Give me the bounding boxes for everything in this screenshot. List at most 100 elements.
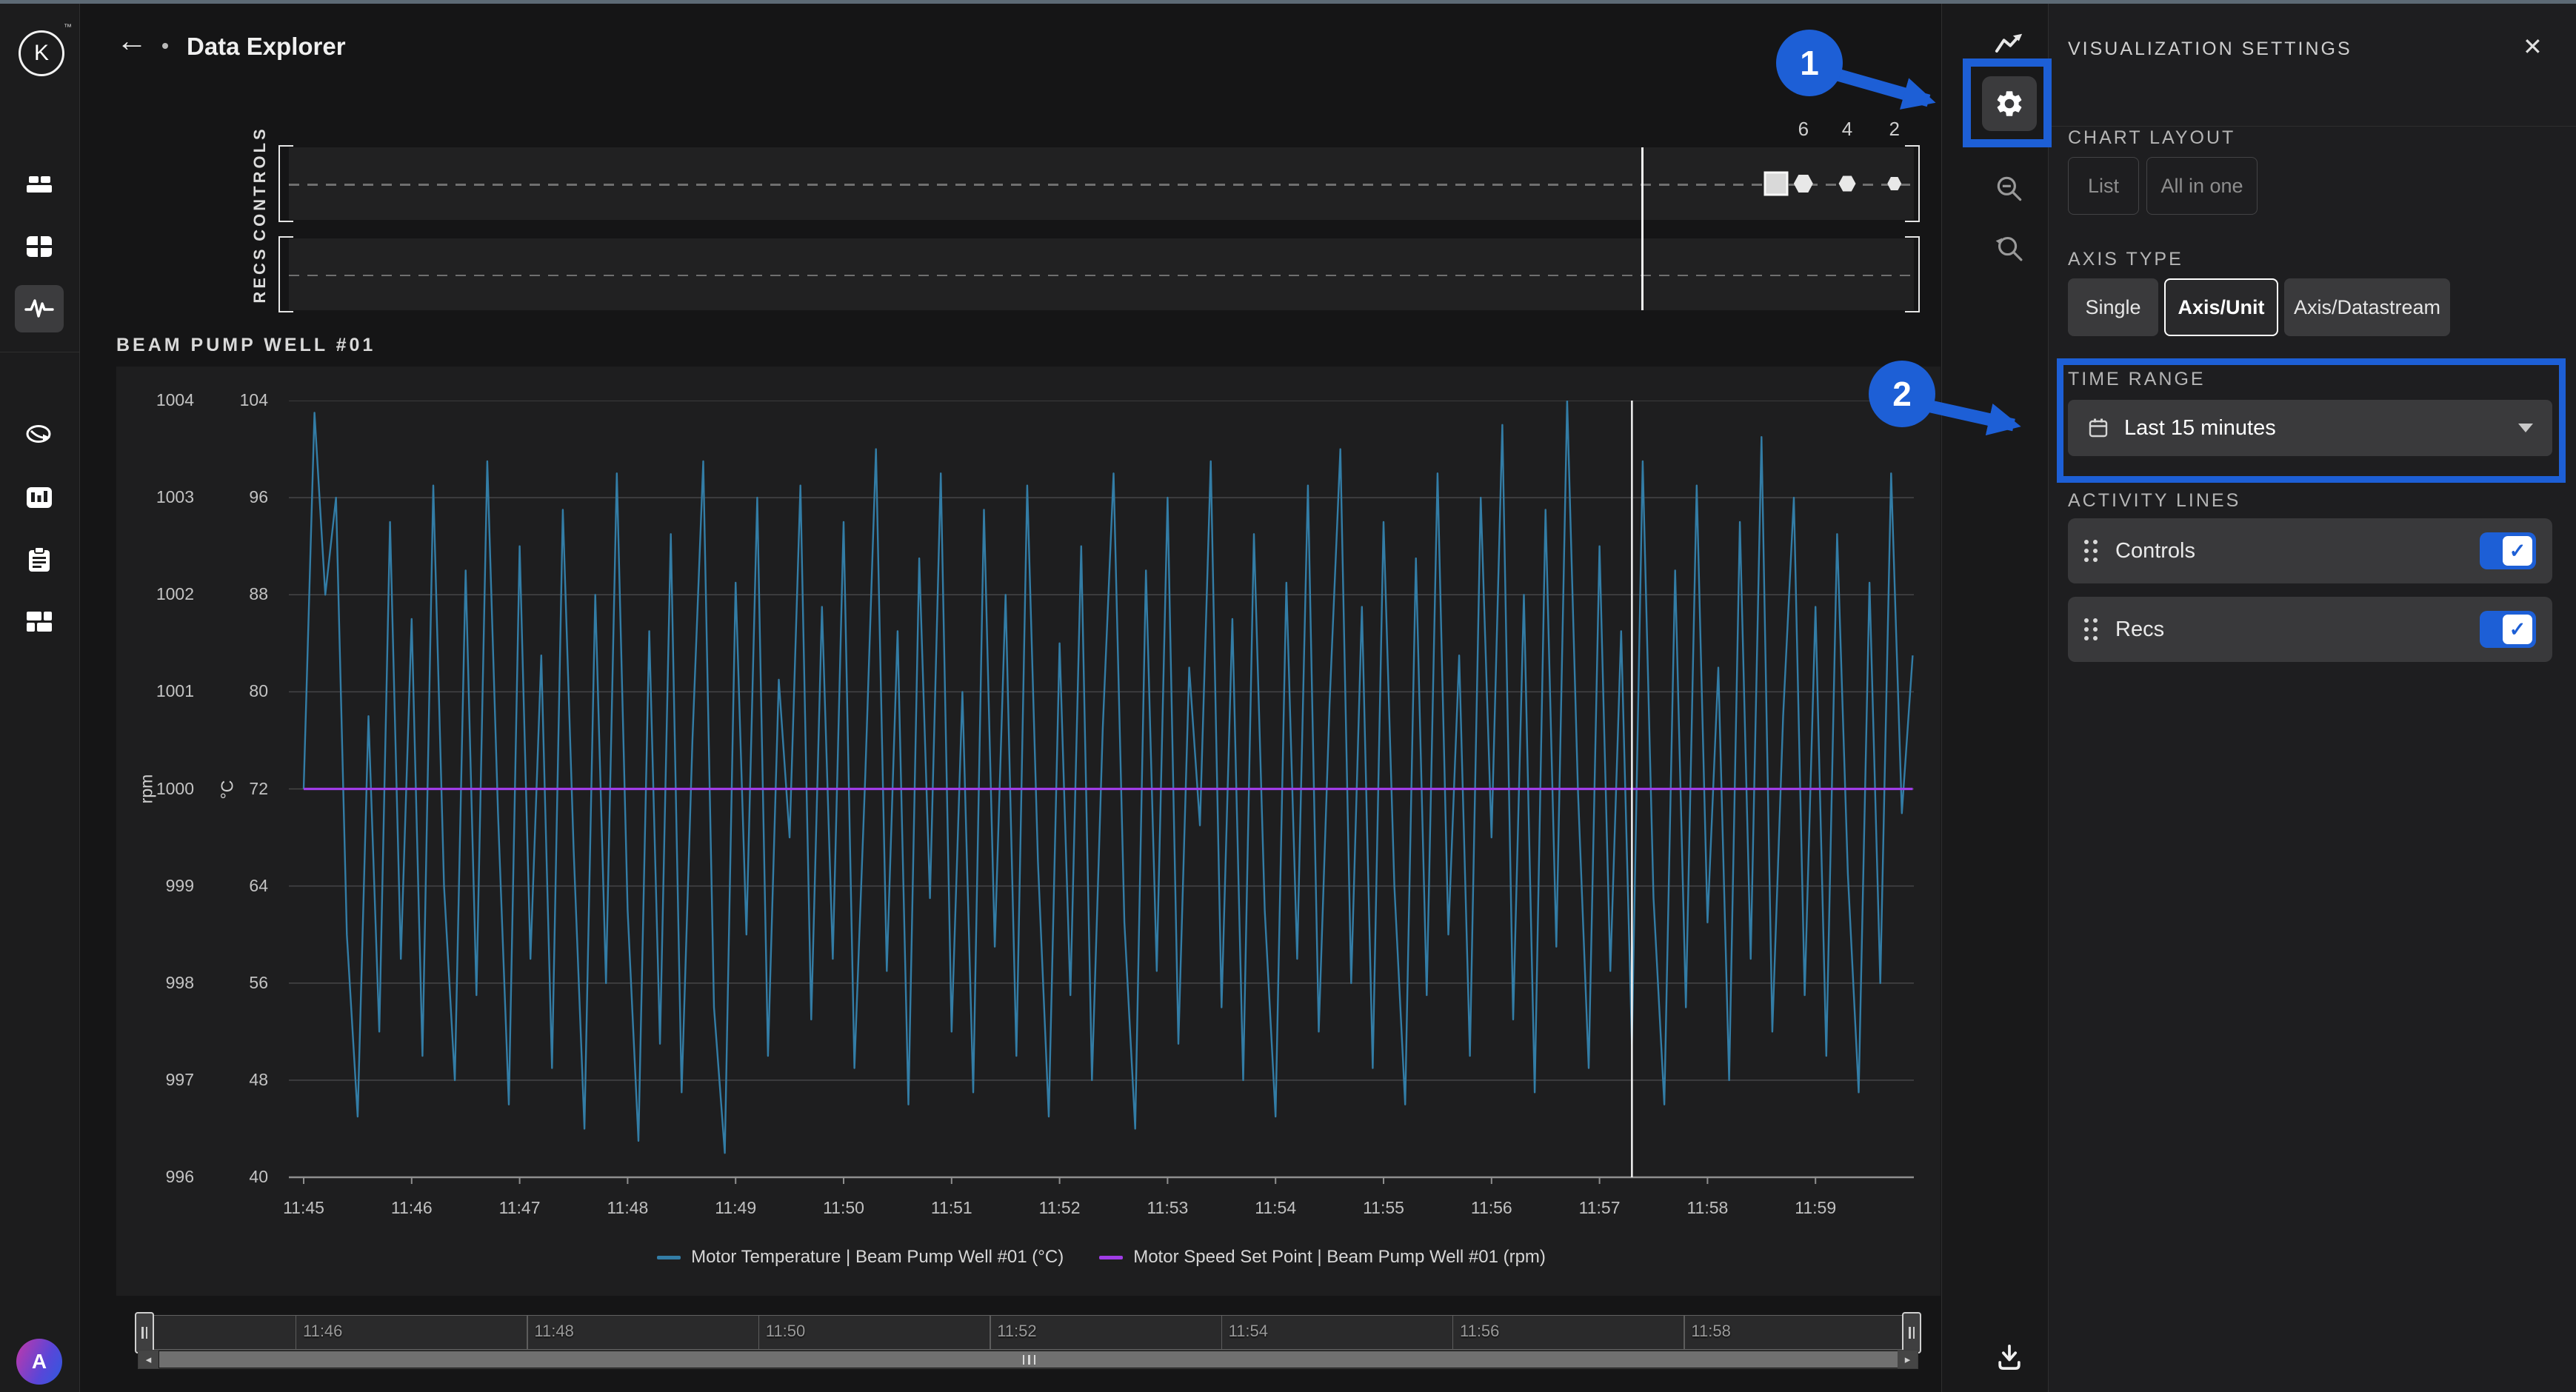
axis-type-label: AXIS TYPE: [2068, 249, 2183, 270]
kelvin-logo[interactable]: K: [19, 30, 64, 76]
time-tick-label: 11:51: [931, 1198, 972, 1218]
activity-time-cursor[interactable]: [1641, 147, 1644, 310]
drag-handle-icon[interactable]: [2084, 540, 2098, 562]
trend-icon[interactable]: [1993, 27, 2026, 59]
grid-icon[interactable]: [21, 230, 57, 263]
download-icon[interactable]: [1993, 1341, 2026, 1373]
activity-line-recs-row[interactable]: Recs ✓: [2068, 597, 2552, 662]
timeline-minimap[interactable]: 11:4611:4811:5011:5211:5411:5611:58: [138, 1315, 1918, 1350]
timeline-tick: [1684, 1316, 1685, 1349]
user-avatar[interactable]: A: [16, 1339, 62, 1385]
drag-handle-icon[interactable]: [2084, 618, 2098, 640]
chart-toolbar: [1941, 4, 2049, 1392]
time-tick-label: 11:45: [283, 1198, 324, 1218]
timeline-label: 11:54: [1229, 1322, 1268, 1341]
legend-item-speed-setpoint[interactable]: Motor Speed Set Point | Beam Pump Well #…: [1099, 1247, 1546, 1268]
recs-activity-lane[interactable]: RECS: [289, 238, 1914, 310]
time-tick-label: 11:55: [1363, 1198, 1404, 1218]
gear-highlight-box: [1963, 58, 2052, 147]
time-tick-label: 11:58: [1686, 1198, 1728, 1218]
timeline-tick: [1452, 1316, 1454, 1349]
hexagon-event-marker[interactable]: [1839, 176, 1856, 192]
activity-line-controls-row[interactable]: Controls ✓: [2068, 518, 2552, 583]
time-series-plot[interactable]: [289, 401, 1914, 1185]
rpm-tick-label: 996: [126, 1167, 194, 1187]
time-tick-label: 11:49: [715, 1198, 756, 1218]
panel-divider: [2049, 126, 2576, 127]
sidebar: K ™ A: [0, 4, 80, 1392]
timeline-label: 11:50: [766, 1322, 805, 1341]
check-icon: ✓: [2503, 536, 2532, 566]
hexagon-event-marker[interactable]: [1887, 177, 1901, 190]
event-marker-count: 2: [1889, 118, 1899, 141]
hexagon-event-marker[interactable]: [1794, 175, 1813, 193]
scrollbar-thumb[interactable]: [159, 1351, 1899, 1368]
layout-list-button[interactable]: List: [2068, 157, 2139, 215]
check-icon: ✓: [2503, 615, 2532, 644]
timeline-label: 11:52: [997, 1322, 1036, 1341]
app-window: K ™ A ← Data Explorer C: [0, 0, 2576, 1392]
loop-arrow-icon[interactable]: [21, 419, 57, 452]
axis-single-button[interactable]: Single: [2068, 278, 2158, 336]
event-marker-count: 6: [1798, 118, 1809, 141]
rpm-axis-unit: rpm: [137, 767, 157, 812]
time-tick-label: 11:46: [391, 1198, 433, 1218]
panel-title: VISUALIZATION SETTINGS: [2068, 39, 2352, 60]
timeline-left-handle[interactable]: [135, 1312, 154, 1353]
controls-lane-label: CONTROLS: [250, 126, 270, 241]
recs-dashed-line: [289, 275, 1914, 277]
speed-series-swatch: [1099, 1256, 1123, 1259]
timeline-right-handle[interactable]: [1902, 1312, 1921, 1353]
timeline-tick: [990, 1316, 991, 1349]
time-axis-labels: 11:4511:4611:4711:4811:4911:5011:5111:52…: [289, 1198, 1914, 1223]
tiles-icon[interactable]: [21, 606, 57, 638]
activity-line-label: Recs: [2115, 618, 2462, 642]
plot-canvas[interactable]: [289, 401, 1914, 1185]
chart-layout-label: CHART LAYOUT: [2068, 127, 2235, 149]
rpm-tick-label: 998: [126, 973, 194, 993]
timeline-tick: [296, 1316, 297, 1349]
celsius-tick-label: 96: [215, 487, 268, 507]
back-button[interactable]: ←: [116, 25, 147, 56]
timeline-tick: [758, 1316, 760, 1349]
pulse-icon[interactable]: [21, 292, 57, 325]
annotation-step-1: 1: [1776, 30, 1843, 96]
celsius-tick-label: 40: [215, 1167, 268, 1187]
square-event-marker[interactable]: [1764, 172, 1788, 196]
bar-chart-icon[interactable]: [21, 481, 57, 514]
horizontal-scrollbar[interactable]: ◂ ▸: [138, 1350, 1918, 1369]
controls-toggle[interactable]: ✓: [2480, 532, 2536, 569]
chart-title: BEAM PUMP WELL #01: [116, 335, 376, 356]
scroll-right-arrow[interactable]: ▸: [1898, 1351, 1918, 1368]
timeline-label: 11:56: [1460, 1322, 1499, 1341]
recs-lane-label: RECS: [250, 246, 270, 303]
close-icon[interactable]: ✕: [2523, 33, 2543, 61]
recs-toggle[interactable]: ✓: [2480, 611, 2536, 648]
zoom-reset-icon[interactable]: [1993, 232, 2026, 264]
celsius-tick-label: 48: [215, 1070, 268, 1090]
legend-label: Motor Speed Set Point | Beam Pump Well #…: [1133, 1247, 1546, 1268]
legend-label: Motor Temperature | Beam Pump Well #01 (…: [691, 1247, 1064, 1268]
controls-markers-layer: 642: [289, 147, 1914, 220]
rpm-tick-label: 999: [126, 876, 194, 896]
time-tick-label: 11:53: [1147, 1198, 1188, 1218]
layout-all-in-one-button[interactable]: All in one: [2146, 157, 2258, 215]
scroll-left-arrow[interactable]: ◂: [139, 1351, 159, 1368]
bricks-icon[interactable]: [21, 170, 57, 202]
time-tick-label: 11:47: [499, 1198, 541, 1218]
celsius-tick-label: 56: [215, 973, 268, 993]
axis-unit-button[interactable]: Axis/Unit: [2164, 278, 2278, 336]
event-marker-count: 4: [1842, 118, 1852, 141]
rpm-tick-label: 997: [126, 1070, 194, 1090]
axis-datastream-button[interactable]: Axis/Datastream: [2284, 278, 2450, 336]
timeline-tick: [1221, 1316, 1223, 1349]
activity-lines-label: ACTIVITY LINES: [2068, 490, 2240, 512]
zoom-out-icon[interactable]: [1993, 173, 2026, 205]
controls-activity-lane[interactable]: CONTROLS 642: [289, 147, 1914, 220]
timeline-label: 11:46: [303, 1322, 342, 1341]
trademark-label: ™: [64, 23, 72, 32]
legend-item-temperature[interactable]: Motor Temperature | Beam Pump Well #01 (…: [657, 1247, 1064, 1268]
clipboard-icon[interactable]: [21, 543, 57, 576]
chart-legend: Motor Temperature | Beam Pump Well #01 (…: [289, 1247, 1914, 1268]
celsius-tick-label: 64: [215, 876, 268, 896]
